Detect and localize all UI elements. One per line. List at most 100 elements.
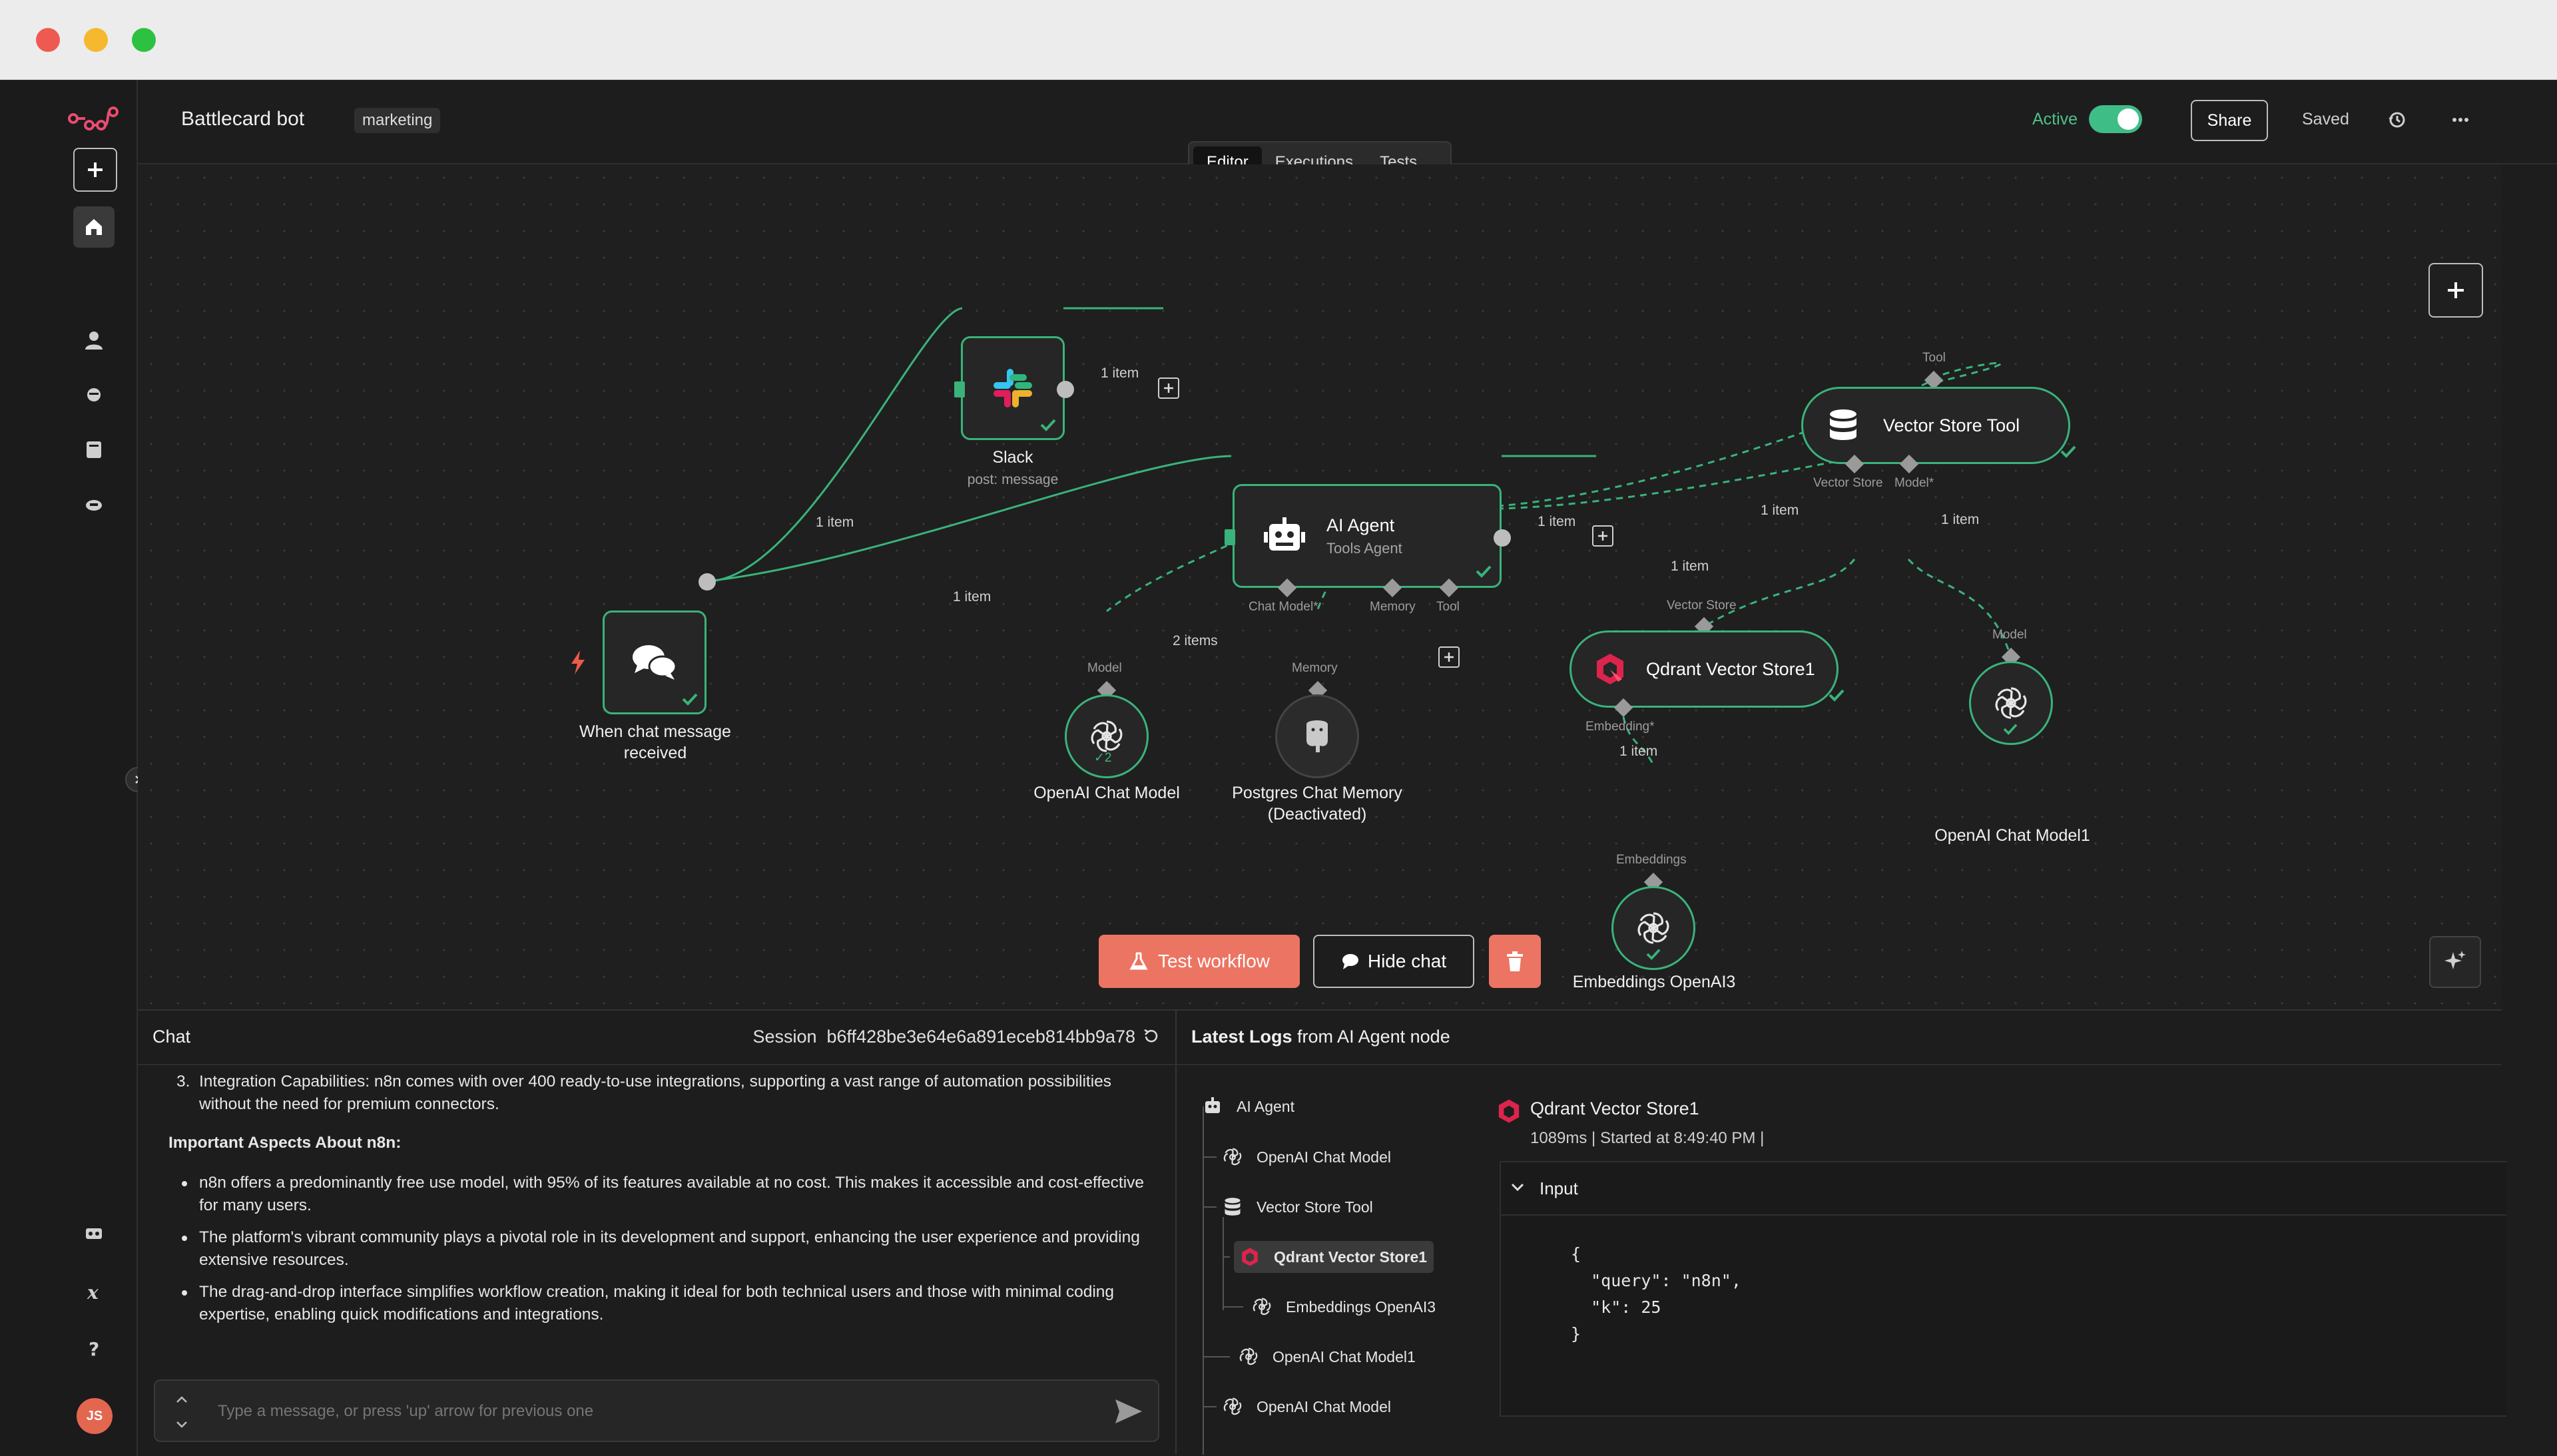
success-check-icon bbox=[2003, 724, 2018, 735]
openai-icon bbox=[1221, 1395, 1245, 1419]
robot-icon bbox=[1201, 1094, 1225, 1118]
session-label: Session bbox=[752, 1027, 817, 1047]
saved-status: Saved bbox=[2302, 110, 2349, 128]
success-check-icon bbox=[1646, 949, 1661, 960]
app-window: x ? JS Battlecard bot marketing Active S… bbox=[0, 0, 2557, 1456]
edge-label: 1 item bbox=[1941, 512, 1980, 527]
variables-x-icon[interactable]: x bbox=[73, 1272, 115, 1313]
ai-agent-node[interactable]: AI Agent Tools Agent bbox=[1233, 484, 1502, 588]
templates-icon[interactable] bbox=[73, 429, 115, 470]
log-detail-meta: 1089ms | Started at 8:49:40 PM | bbox=[1530, 1129, 1765, 1147]
send-icon[interactable] bbox=[1114, 1398, 1143, 1425]
history-arrows-icon[interactable] bbox=[175, 1393, 188, 1431]
add-node-button[interactable] bbox=[1158, 377, 1179, 399]
add-node-button[interactable] bbox=[1592, 525, 1613, 547]
slack-node-sublabel: post: message bbox=[967, 472, 1059, 487]
avatar[interactable]: JS bbox=[77, 1398, 113, 1434]
vector-store-tool-node[interactable]: Vector Store Tool bbox=[1801, 387, 2070, 464]
more-options-icon[interactable] bbox=[2448, 108, 2472, 132]
chat-messages: 3. Integration Capabilities: n8n comes w… bbox=[168, 1071, 1147, 1335]
chat-icon bbox=[633, 645, 677, 680]
community-icon[interactable] bbox=[73, 374, 115, 415]
chat-message-input[interactable] bbox=[216, 1394, 1085, 1429]
slack-input-port[interactable] bbox=[954, 381, 965, 397]
user-icon[interactable] bbox=[73, 320, 115, 361]
n8n-logo[interactable] bbox=[67, 100, 120, 137]
embeddings-openai-label: Embeddings OpenAI3 bbox=[1572, 973, 1736, 991]
port-label: Memory bbox=[1292, 661, 1338, 675]
slack-output-port[interactable] bbox=[1057, 381, 1074, 398]
postgres-memory-node[interactable] bbox=[1275, 694, 1359, 778]
slack-node-label: Slack bbox=[992, 448, 1033, 467]
reset-session-icon[interactable] bbox=[1142, 1028, 1159, 1049]
ai-assistant-button[interactable] bbox=[2429, 936, 2481, 988]
input-section-label: Input bbox=[1540, 1178, 1578, 1198]
tree-item-openai-chat-model1[interactable]: OpenAI Chat Model1 bbox=[1237, 1341, 1416, 1373]
chat-input-box[interactable] bbox=[154, 1379, 1159, 1442]
minimize-window-button[interactable] bbox=[84, 28, 108, 52]
history-icon[interactable] bbox=[2385, 108, 2409, 132]
bullet-text: n8n offers a predominantly free use mode… bbox=[199, 1174, 1145, 1214]
qdrant-vector-store-node[interactable]: Qdrant Vector Store1 bbox=[1569, 630, 1839, 708]
trigger-node-label: When chat message received bbox=[579, 722, 731, 762]
home-icon[interactable] bbox=[73, 206, 115, 248]
share-button[interactable]: Share bbox=[2191, 100, 2268, 141]
list-number: 3. bbox=[176, 1073, 190, 1091]
port-label: Model* bbox=[1894, 476, 1934, 490]
openai-icon bbox=[1995, 687, 2027, 719]
clear-execution-button[interactable] bbox=[1489, 935, 1541, 988]
tree-item-label: OpenAI Chat Model bbox=[1257, 1148, 1392, 1166]
port-label: Chat Model* bbox=[1249, 600, 1318, 614]
title-bar bbox=[0, 0, 2557, 81]
edge-label: 1 item bbox=[816, 515, 854, 530]
whats-new-icon[interactable] bbox=[73, 1213, 115, 1254]
test-workflow-button[interactable]: Test workflow bbox=[1099, 935, 1300, 988]
tree-item-openai-chat-model-2[interactable]: OpenAI Chat Model bbox=[1221, 1391, 1391, 1423]
help-icon[interactable]: ? bbox=[73, 1328, 115, 1369]
tree-item-qdrant-vector-store1[interactable]: Qdrant Vector Store1 bbox=[1234, 1241, 1434, 1273]
edge-label: 1 item bbox=[1538, 514, 1576, 529]
openai-icon bbox=[1091, 720, 1123, 752]
add-button[interactable] bbox=[73, 148, 117, 192]
workflow-canvas[interactable]: When chat message received Slack post: m… bbox=[138, 164, 2502, 1067]
session-id[interactable]: b6ff428be3e64e6a891eceb814bb9a78 bbox=[827, 1027, 1135, 1047]
port-label: Model bbox=[1992, 628, 2027, 642]
tree-item-embeddings-openai3[interactable]: Embeddings OpenAI3 bbox=[1250, 1291, 1436, 1323]
bullet-text: The drag-and-drop interface simplifies w… bbox=[199, 1283, 1115, 1324]
chat-panel: Chat Session b6ff428be3e64e6a891eceb814b… bbox=[138, 1009, 1177, 1455]
active-label: Active bbox=[2032, 110, 2078, 128]
tree-item-vector-store-tool[interactable]: Vector Store Tool bbox=[1221, 1191, 1373, 1223]
add-node-canvas-button[interactable] bbox=[2428, 263, 2483, 318]
workflow-tag[interactable]: marketing bbox=[354, 108, 441, 133]
tree-item-openai-chat-model[interactable]: OpenAI Chat Model bbox=[1221, 1141, 1391, 1173]
hide-chat-button[interactable]: Hide chat bbox=[1313, 935, 1474, 988]
port-label: Tool bbox=[1922, 351, 1946, 365]
chat-title: Chat bbox=[152, 1027, 191, 1047]
agent-output-port[interactable] bbox=[1494, 529, 1511, 547]
edge-label: 1 item bbox=[1101, 365, 1139, 381]
input-section-header[interactable]: Input bbox=[1501, 1162, 2506, 1216]
openai-chat-model-node[interactable] bbox=[1065, 694, 1149, 778]
toggle-knob bbox=[2118, 109, 2139, 130]
list-item: The platform's vibrant community plays a… bbox=[168, 1226, 1147, 1272]
qdrant-title: Qdrant Vector Store1 bbox=[1646, 658, 1815, 679]
n8n-app: x ? JS Battlecard bot marketing Active S… bbox=[0, 80, 2557, 1456]
active-toggle[interactable] bbox=[2089, 105, 2142, 133]
tree-item-ai-agent[interactable]: AI Agent bbox=[1201, 1091, 1294, 1122]
bullet bbox=[182, 1181, 187, 1186]
add-tool-button[interactable] bbox=[1438, 646, 1460, 668]
agent-input-port[interactable] bbox=[1225, 529, 1235, 545]
input-json: { "query": "n8n", "k": 25 } bbox=[1571, 1244, 1741, 1343]
variables-icon[interactable] bbox=[73, 483, 115, 525]
trash-icon bbox=[1507, 951, 1523, 971]
maximize-window-button[interactable] bbox=[132, 28, 156, 52]
trigger-output-port[interactable] bbox=[699, 573, 716, 591]
close-window-button[interactable] bbox=[36, 28, 60, 52]
workflow-name[interactable]: Battlecard bot bbox=[181, 108, 304, 130]
svg-text:?: ? bbox=[89, 1338, 99, 1359]
chat-heading: Important Aspects About n8n: bbox=[168, 1134, 402, 1152]
port-label: Embedding* bbox=[1585, 720, 1655, 734]
edge-label: 2 items bbox=[1173, 633, 1218, 648]
openai-icon bbox=[1250, 1295, 1274, 1319]
qdrant-icon bbox=[1238, 1245, 1262, 1269]
